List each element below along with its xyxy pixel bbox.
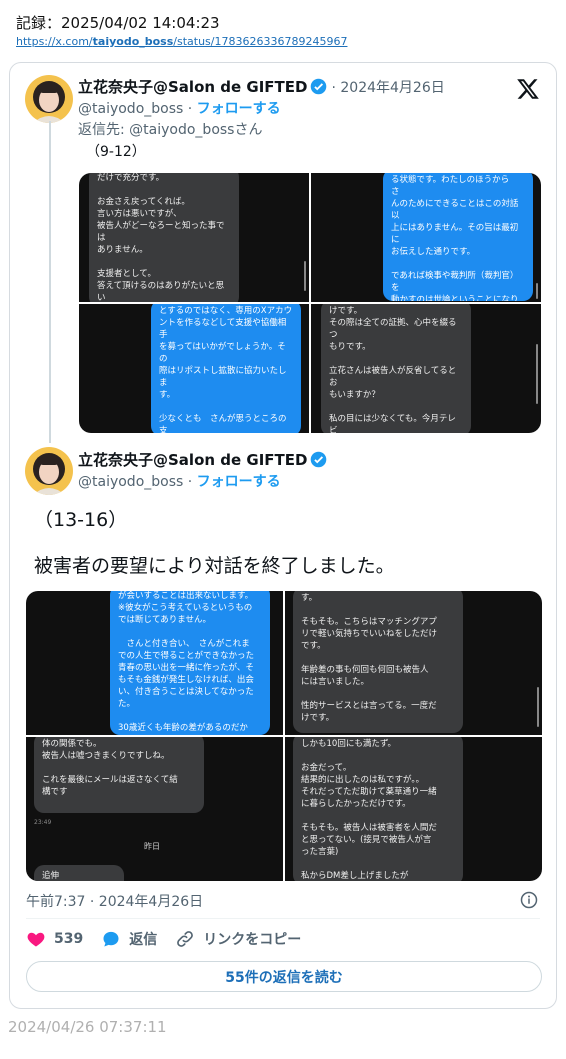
link-icon xyxy=(177,931,194,947)
record-url-link[interactable]: https://x.com/taiyodo_boss/status/178362… xyxy=(16,35,347,48)
media-image[interactable]: す。 そもそも。こちらはマッチングアプ リで軽い気持ちでいいねをしただけ です。… xyxy=(285,591,542,735)
message-bubble: だけで充分です。 お金さえ戻ってくれば。 言い方は悪いですが、 被告人がどーなろ… xyxy=(89,173,239,302)
avatar[interactable] xyxy=(25,75,73,123)
verified-badge-icon xyxy=(311,78,327,95)
record-timestamp: 記録：2025/04/02 14:04:23 xyxy=(16,14,220,32)
x-logo-icon[interactable] xyxy=(516,77,540,101)
message-bubble: 体の関係でも。 被告人は嘘つきまくりですしね。 これを最後にメールは返さなくて結… xyxy=(34,737,204,813)
reply-button[interactable]: 返信 xyxy=(101,929,157,949)
reply-bubble-icon xyxy=(103,931,119,947)
media-image[interactable]: る状態です。わたしのほうから さ んのためにできることはこの対話以 上にはありま… xyxy=(311,173,541,302)
tweet-actions: 539 返信 リンクをコピー xyxy=(26,929,319,949)
verified-badge-icon xyxy=(311,451,327,468)
heart-icon xyxy=(27,932,45,947)
author-handle[interactable]: @taiyodo_boss · xyxy=(78,474,192,490)
tweet-embed-card: 立花奈央子@Salon de GIFTED · 2024年4月26日 @taiy… xyxy=(9,62,557,1009)
author-handle[interactable]: @taiyodo_boss · xyxy=(78,101,192,117)
message-bubble: とするのではなく、専用のXアカウ ントを作るなどして支援や協働相手 を募ってはい… xyxy=(151,304,301,433)
media-image[interactable]: しかも10回にも満たず。 お金だって。 結果的に出したのは私ですが。。 それだっ… xyxy=(285,737,542,881)
message-time: 23:49 xyxy=(34,819,52,826)
media-image[interactable]: だけで充分です。 お金さえ戻ってくれば。 言い方は悪いですが、 被告人がどーなろ… xyxy=(79,173,309,302)
message-bubble: る状態です。わたしのほうから さ んのためにできることはこの対話以 上にはありま… xyxy=(383,173,533,301)
tweet-date[interactable]: · 2024年4月26日 xyxy=(331,77,444,97)
message-bubble: 追伸 xyxy=(34,865,124,881)
message-bubble: けです。 その際は全ての証拠、心中を綴るつ もりです。 立花さんは被告人が反省し… xyxy=(321,304,471,433)
author-display-name[interactable]: 立花奈央子@Salon de GIFTED xyxy=(78,76,307,97)
main-tweet-text-line2: 被害者の要望により対話を終了しました。 xyxy=(34,555,395,577)
info-icon[interactable] xyxy=(520,891,538,909)
avatar[interactable] xyxy=(25,447,73,495)
main-author-row: 立花奈央子@Salon de GIFTED xyxy=(78,449,327,470)
read-replies-button[interactable]: 55件の返信を読む xyxy=(26,961,542,992)
scrollbar xyxy=(536,344,538,404)
quoted-author-row: 立花奈央子@Salon de GIFTED · 2024年4月26日 xyxy=(78,76,445,97)
quoted-media-grid[interactable]: だけで充分です。 お金さえ戻ってくれば。 言い方は悪いですが、 被告人がどーなろ… xyxy=(79,173,541,433)
media-image[interactable]: 体の関係でも。 被告人は嘘つきまくりですしね。 これを最後にメールは返さなくて結… xyxy=(26,737,283,881)
media-image[interactable]: とするのではなく、専用のXアカウ ントを作るなどして支援や協働相手 を募ってはい… xyxy=(79,304,309,433)
reply-to-label[interactable]: 返信先: @taiyodo_bossさん xyxy=(78,119,262,139)
scrollbar xyxy=(537,687,539,727)
reply-label: 返信 xyxy=(129,932,158,948)
follow-button[interactable]: フォローする xyxy=(197,474,281,490)
media-image[interactable]: けです。 その際は全ての証拠、心中を綴るつ もりです。 立花さんは被告人が反省し… xyxy=(311,304,541,433)
thread-connector-line xyxy=(49,121,51,443)
copy-link-button[interactable]: リンクをコピー xyxy=(175,929,301,949)
main-tweet-text-line1: （13-16） xyxy=(34,509,128,531)
quoted-handle-row: @taiyodo_boss · フォローする xyxy=(78,98,281,118)
archive-timestamp: 2024/04/26 07:37:11 xyxy=(8,1018,167,1036)
scrollbar xyxy=(536,283,538,299)
message-bubble: が会いすることは出来ないします。 ※彼女がこう考えているというもの では断じてあ… xyxy=(110,591,270,735)
copy-link-label: リンクをコピー xyxy=(203,932,302,948)
like-count: 539 xyxy=(54,931,84,947)
date-divider: 昨日 xyxy=(144,842,160,851)
message-bubble: す。 そもそも。こちらはマッチングアプ リで軽い気持ちでいいねをしただけ です。… xyxy=(293,591,463,733)
follow-button[interactable]: フォローする xyxy=(197,101,281,117)
main-media-grid[interactable]: が会いすることは出来ないします。 ※彼女がこう考えているというもの では断じてあ… xyxy=(26,591,542,881)
scrollbar xyxy=(304,261,306,291)
author-display-name[interactable]: 立花奈央子@Salon de GIFTED xyxy=(78,449,307,470)
like-button[interactable]: 539 xyxy=(26,929,83,949)
main-handle-row: @taiyodo_boss · フォローする xyxy=(78,471,281,491)
message-bubble: しかも10回にも満たず。 お金だって。 結果的に出したのは私ですが。。 それだっ… xyxy=(293,737,463,881)
tweet-timestamp[interactable]: 午前7:37 · 2024年4月26日 xyxy=(26,891,203,911)
media-image[interactable]: が会いすることは出来ないします。 ※彼女がこう考えているというもの では断じてあ… xyxy=(26,591,283,735)
quoted-tweet-text: （9-12） xyxy=(86,144,146,160)
divider xyxy=(26,918,540,919)
